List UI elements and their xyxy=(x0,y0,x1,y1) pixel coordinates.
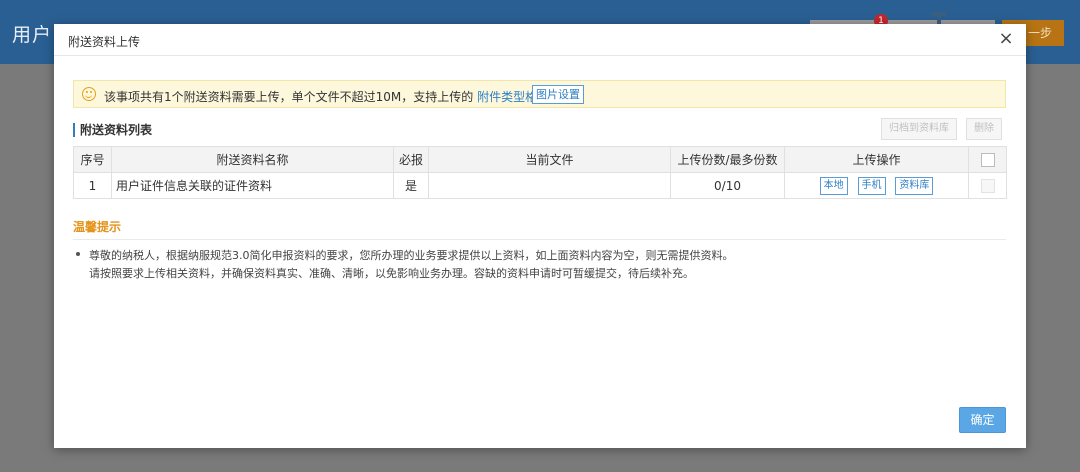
tips-text-line2: 请按照要求上传相关资料，并确保资料真实、准确、清晰，以免影响业务办理。容缺的资料… xyxy=(89,267,694,280)
table-header-row: 序号 附送资料名称 必报 当前文件 上传份数/最多份数 上传操作 xyxy=(73,146,1007,173)
col-header-select xyxy=(968,146,1007,173)
delete-button[interactable]: 删除 xyxy=(966,118,1002,140)
notice-message: 该事项共有1个附送资料需要上传，单个文件不超过10M，支持上传的 xyxy=(104,90,474,104)
col-header-count: 上传份数/最多份数 xyxy=(670,146,785,173)
table-row: 1 用户证件信息关联的证件资料 是 0/10 本地 手机 资料库 xyxy=(73,172,1007,199)
select-all-checkbox[interactable] xyxy=(980,152,995,167)
col-header-current-file: 当前文件 xyxy=(428,146,671,173)
row-index: 1 xyxy=(73,172,112,199)
app-title: 用户 xyxy=(12,24,53,46)
col-header-required: 必报 xyxy=(393,146,429,173)
bullet-icon xyxy=(76,252,80,256)
section-title: 附送资料列表 xyxy=(73,123,152,137)
smile-icon xyxy=(82,87,96,101)
dialog-header: 附送资料上传 × xyxy=(54,24,1026,56)
tips-title: 温馨提示 xyxy=(73,220,122,234)
image-settings-button[interactable]: 图片设置 xyxy=(532,85,584,104)
row-name: 用户证件信息关联的证件资料 xyxy=(111,172,394,199)
upload-library-button[interactable]: 资料库 xyxy=(895,176,934,195)
upload-mobile-button[interactable]: 手机 xyxy=(857,176,886,195)
row-count: 0/10 xyxy=(670,172,785,199)
attachment-table: 序号 附送资料名称 必报 当前文件 上传份数/最多份数 上传操作 1 用户证件信… xyxy=(73,146,1007,199)
col-header-actions: 上传操作 xyxy=(784,146,969,173)
close-icon[interactable]: × xyxy=(998,30,1014,48)
col-header-name: 附送资料名称 xyxy=(111,146,394,173)
dialog-title: 附送资料上传 xyxy=(68,35,141,49)
row-actions: 本地 手机 资料库 xyxy=(784,172,969,199)
notice-bar: 该事项共有1个附送资料需要上传，单个文件不超过10M，支持上传的 附件类型格式 … xyxy=(73,80,1006,108)
archive-to-library-button[interactable]: 归档到资料库 xyxy=(881,118,957,140)
notice-text: 该事项共有1个附送资料需要上传，单个文件不超过10M，支持上传的 附件类型格式 xyxy=(104,88,549,105)
attachment-upload-dialog: 附送资料上传 × 该事项共有1个附送资料需要上传，单个文件不超过10M，支持上传… xyxy=(54,24,1026,448)
row-required: 是 xyxy=(393,172,429,199)
row-current-file xyxy=(428,172,671,199)
upload-local-button[interactable]: 本地 xyxy=(819,176,848,195)
divider xyxy=(73,239,1006,240)
row-checkbox[interactable] xyxy=(980,178,995,193)
col-header-index: 序号 xyxy=(73,146,112,173)
row-select xyxy=(968,172,1007,199)
tips-text-line1: 尊敬的纳税人，根据纳服规范3.0简化申报资料的要求，您所办理的业务要求提供以上资… xyxy=(89,249,734,262)
confirm-button[interactable]: 确定 xyxy=(959,407,1006,433)
